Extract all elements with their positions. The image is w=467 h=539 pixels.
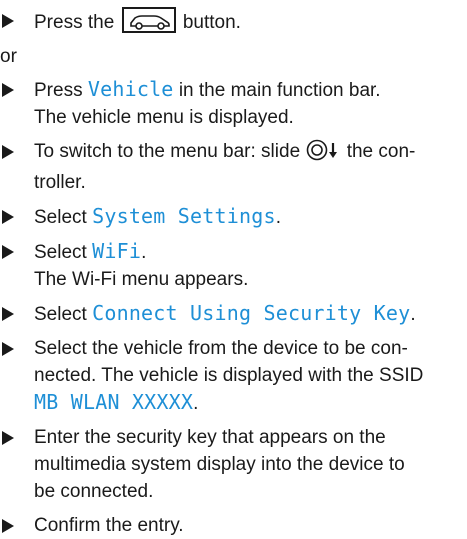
punctuation: . — [193, 393, 199, 414]
step-text-continued: nected. The vehicle is displayed with th… — [34, 365, 424, 386]
step-switch-menu-bar: To switch to the menu bar: slide the con… — [0, 138, 467, 196]
step-select-vehicle: Select the vehicle from the device to be… — [0, 335, 467, 417]
step-text-continued: be connected. — [34, 481, 154, 502]
step-text: button. — [182, 12, 241, 33]
menu-item-connect-using-security-key: Connect Using Security Key — [92, 301, 411, 325]
bullet-triangle-icon — [2, 210, 14, 224]
or-separator: or — [0, 46, 17, 67]
step-text: Press the — [34, 12, 115, 33]
step-select-system-settings: Select System Settings. — [0, 203, 467, 231]
controller-slide-down-icon — [306, 139, 340, 169]
menu-item-system-settings: System Settings — [92, 204, 276, 228]
step-result-text: The vehicle menu is displayed. — [34, 107, 294, 128]
menu-item-wifi: WiFi — [92, 239, 142, 263]
bullet-triangle-icon — [2, 83, 14, 97]
car-button-icon — [121, 7, 176, 33]
bullet-triangle-icon — [2, 519, 14, 533]
ssid-label: MB WLAN XXXXX — [34, 390, 194, 414]
step-select-connect: Select Connect Using Security Key. — [0, 300, 467, 328]
step-text: Confirm the entry. — [34, 515, 184, 536]
bullet-triangle-icon — [2, 307, 14, 321]
step-press-vehicle: Press Vehicle in the main function bar. … — [0, 76, 467, 131]
step-confirm: Confirm the entry. — [0, 512, 467, 539]
instruction-list: Press the button. or Press Vehicle in th… — [0, 0, 467, 539]
step-text: Select — [34, 242, 87, 263]
punctuation: . — [275, 207, 281, 228]
step-press-car-button: Press the button. — [0, 7, 467, 36]
step-text: To switch to the menu bar: slide — [34, 141, 301, 162]
punctuation: . — [410, 304, 416, 325]
step-text: Enter the security key that appears on t… — [34, 427, 386, 448]
step-text: Select the vehicle from the device to be… — [34, 338, 408, 359]
bullet-triangle-icon — [2, 145, 14, 159]
punctuation: . — [141, 242, 147, 263]
menu-item-vehicle: Vehicle — [87, 77, 174, 101]
step-enter-key: Enter the security key that appears on t… — [0, 424, 467, 505]
step-text: Select — [34, 207, 87, 228]
step-text: the con- — [346, 141, 416, 162]
bullet-triangle-icon — [2, 14, 14, 28]
bullet-triangle-icon — [2, 431, 14, 445]
step-text-continued: troller. — [34, 172, 86, 193]
bullet-triangle-icon — [2, 245, 14, 259]
step-text: Press — [34, 80, 83, 101]
step-result-text: The Wi-Fi menu appears. — [34, 269, 249, 290]
step-text-continued: multimedia system display into the devic… — [34, 454, 405, 475]
step-select-wifi: Select WiFi. The Wi-Fi menu appears. — [0, 238, 467, 293]
bullet-triangle-icon — [2, 342, 14, 356]
step-text: Select — [34, 304, 87, 325]
step-text: in the main function bar. — [178, 80, 381, 101]
